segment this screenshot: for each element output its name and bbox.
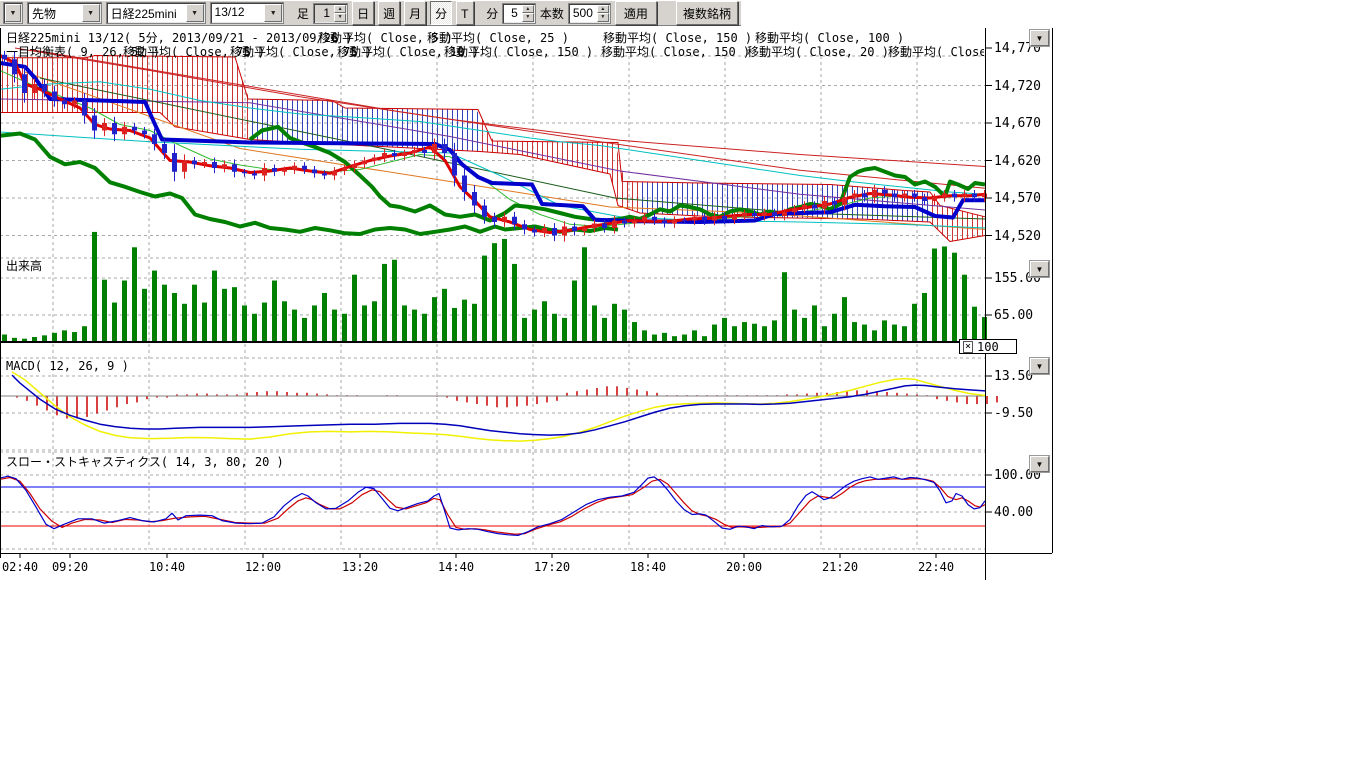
minute-stepper[interactable]: 5 ▲▼ [502, 3, 536, 24]
chevron-down-icon[interactable]: ▼ [5, 4, 21, 22]
chevron-down-icon[interactable]: ▼ [82, 4, 100, 22]
market-select[interactable]: 先物 ▼ [27, 2, 102, 24]
period-minute-button[interactable]: 分 [430, 1, 452, 25]
chevron-down-icon[interactable]: ▼ [264, 4, 282, 22]
bar-label: 足 [297, 5, 309, 22]
toolbar: ▼ 先物 ▼ 日経225mini ▼ 13/12 ▼ 足 1 ▲▼ 日 週 月 … [0, 0, 741, 26]
chevron-down-icon[interactable]: ▼ [186, 4, 204, 22]
count-label: 本数 [540, 5, 564, 22]
period-week-button[interactable]: 週 [378, 1, 400, 25]
count-value: 500 [569, 4, 596, 23]
count-stepper[interactable]: 500 ▲▼ [568, 3, 611, 24]
spin-up-icon[interactable]: ▲ [334, 5, 346, 14]
symbol-select-value: 日経225mini [107, 3, 185, 23]
period-tick-button[interactable]: T [456, 1, 473, 25]
minute-label: 分 [486, 5, 498, 22]
trading-chart-window: { "toolbar": { "mini_dropdown_icon": "▼"… [0, 0, 1366, 768]
spin-down-icon[interactable]: ▼ [334, 13, 346, 22]
multi-symbol-button[interactable]: 複数銘柄 [676, 1, 738, 25]
symbol-select[interactable]: 日経225mini ▼ [106, 2, 206, 24]
spin-up-icon[interactable]: ▲ [522, 5, 534, 14]
market-select-value: 先物 [28, 3, 81, 23]
period-day-button[interactable]: 日 [352, 1, 374, 25]
spinner-buttons[interactable]: ▲▼ [597, 5, 609, 22]
contract-select-value: 13/12 [211, 3, 264, 23]
period-month-button[interactable]: 月 [404, 1, 426, 25]
chart-canvas [0, 28, 1070, 598]
bar-interval-stepper[interactable]: 1 ▲▼ [313, 3, 348, 24]
spin-down-icon[interactable]: ▼ [522, 13, 534, 22]
toolbar-mini-dropdown[interactable]: ▼ [3, 2, 23, 24]
spinner-buttons[interactable]: ▲▼ [522, 5, 534, 22]
contract-select[interactable]: 13/12 ▼ [210, 2, 285, 24]
minute-value: 5 [503, 4, 521, 23]
spin-down-icon[interactable]: ▼ [597, 13, 609, 22]
chart-area: 日経225mini 13/12( 5分, 2013/09/21 - 2013/0… [0, 28, 1070, 598]
spinner-buttons[interactable]: ▲▼ [334, 5, 346, 22]
spin-up-icon[interactable]: ▲ [597, 5, 609, 14]
bar-interval-value: 1 [314, 4, 333, 23]
apply-button[interactable]: 適用 [615, 1, 657, 25]
